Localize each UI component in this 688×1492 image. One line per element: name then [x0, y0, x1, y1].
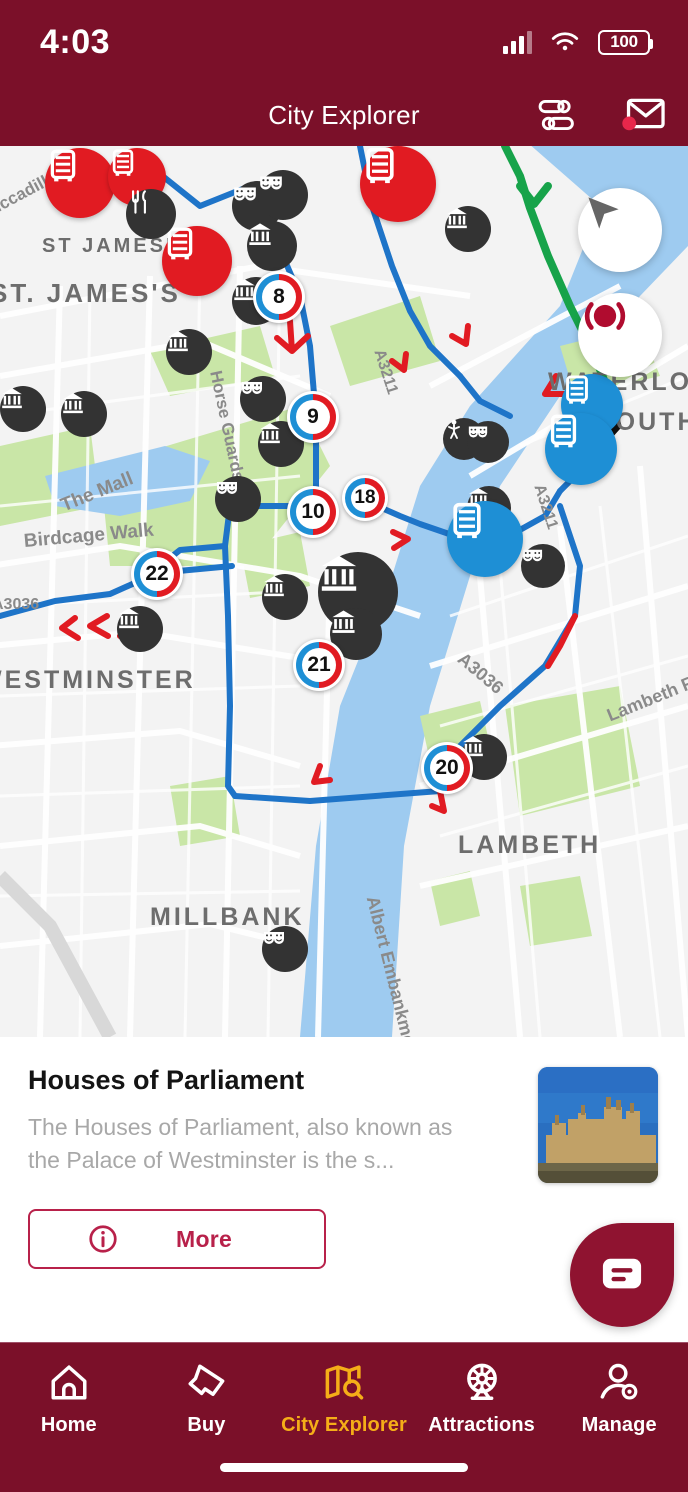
nav-item-attractions[interactable]: Attractions [413, 1361, 551, 1437]
app-header: City Explorer [0, 84, 688, 146]
stop-number: 22 [145, 562, 169, 585]
nav-item-buy[interactable]: Buy [138, 1361, 276, 1437]
nav-label-city-explorer: City Explorer [281, 1414, 407, 1436]
houses-of-parliament-photo [538, 1067, 658, 1183]
map-pin-bus-stop[interactable] [545, 413, 617, 485]
chat-button[interactable] [570, 1223, 674, 1327]
nav-item-manage[interactable]: Manage [550, 1361, 688, 1437]
home-indicator [220, 1463, 468, 1472]
map-stop-marker[interactable]: 22 [131, 548, 183, 600]
map-pin-theatre[interactable] [215, 476, 261, 522]
status-indicators: 100 [503, 29, 653, 55]
map-pin-bus-stop[interactable] [447, 501, 523, 577]
stop-number: 9 [307, 405, 319, 428]
more-button[interactable]: More [28, 1209, 326, 1269]
navigation-arrow-icon [588, 197, 619, 229]
poi-title: Houses of Parliament [28, 1065, 305, 1095]
map-pin-bus-stop[interactable] [45, 148, 115, 218]
map-stop-marker[interactable]: 10 [287, 486, 339, 538]
map-pin-museum[interactable] [445, 206, 491, 252]
map-stop-marker[interactable]: 9 [287, 391, 339, 443]
stop-number: 21 [307, 653, 331, 676]
nav-label-buy: Buy [187, 1414, 226, 1436]
poi-description: The Houses of Parliament, also known as … [28, 1114, 453, 1173]
ferris-wheel-icon [466, 1363, 497, 1401]
map-stop-marker[interactable]: 18 [342, 475, 388, 521]
map-pin-theatre[interactable] [521, 544, 565, 588]
stop-number: 20 [435, 756, 459, 779]
cellular-signal-icon [503, 30, 532, 54]
poi-info-card: Houses of Parliament The Houses of Parli… [0, 1037, 688, 1342]
nav-label-manage: Manage [581, 1414, 657, 1436]
account-gear-icon [600, 1363, 638, 1400]
live-location-icon [584, 302, 626, 330]
info-circle-icon [88, 1224, 118, 1254]
map-pin-museum[interactable] [61, 391, 107, 437]
nav-item-city-explorer[interactable]: City Explorer [275, 1361, 413, 1437]
live-location-button[interactable] [578, 293, 662, 377]
wifi-icon [551, 31, 579, 50]
envelope-icon [622, 98, 665, 131]
filter-sliders-icon [538, 99, 574, 131]
map-pin-restaurant[interactable] [126, 189, 176, 239]
nav-label-attractions: Attractions [428, 1414, 535, 1436]
map-stop-marker[interactable]: 21 [293, 639, 345, 691]
map-pin-theatre[interactable] [262, 926, 308, 972]
status-time: 4:03 [40, 22, 111, 61]
battery-level: 100 [610, 32, 638, 51]
status-bar: 4:03 100 [0, 0, 688, 84]
map-pin-museum[interactable] [166, 329, 212, 375]
locate-me-button[interactable] [578, 188, 662, 272]
stop-number: 18 [354, 487, 376, 508]
mail-button[interactable] [620, 94, 666, 136]
map-search-icon [325, 1365, 364, 1400]
map-pin-bus-stop[interactable] [360, 146, 436, 222]
map-pin-museum[interactable] [262, 574, 308, 620]
map-pin-theatre[interactable] [258, 170, 308, 220]
chat-bubble-icon [602, 1258, 642, 1289]
map-stop-marker[interactable]: 8 [253, 271, 305, 323]
map-pin-theatre[interactable] [240, 376, 286, 422]
ticket-icon [188, 1364, 225, 1396]
map-pin-theatre[interactable] [467, 421, 509, 463]
stop-number: 8 [273, 285, 285, 308]
bottom-navigation: Home Buy City Explorer Attractions Manag… [0, 1342, 688, 1492]
header-actions [534, 94, 666, 136]
filter-button[interactable] [534, 94, 580, 136]
poi-thumbnail[interactable] [538, 1067, 658, 1183]
map-pin-museum[interactable] [247, 221, 297, 271]
map-pin-museum[interactable] [117, 606, 163, 652]
home-icon [51, 1365, 87, 1400]
map-stop-marker[interactable]: 20 [421, 742, 473, 794]
battery-icon: 100 [598, 29, 653, 55]
stop-number: 10 [301, 500, 325, 523]
nav-label-home: Home [40, 1414, 97, 1436]
nav-item-home[interactable]: Home [0, 1361, 138, 1437]
more-button-label: More [176, 1225, 233, 1252]
map-pin-bus-stop[interactable] [162, 226, 232, 296]
app-screen: 4:03 100 City Explorer ST JAMES'S ST. JA… [0, 0, 688, 1492]
map-canvas[interactable]: ST JAMES'SST. JAMES'SWESTMINSTERMILLBANK… [0, 146, 688, 1037]
map-pin-museum[interactable] [0, 386, 46, 432]
